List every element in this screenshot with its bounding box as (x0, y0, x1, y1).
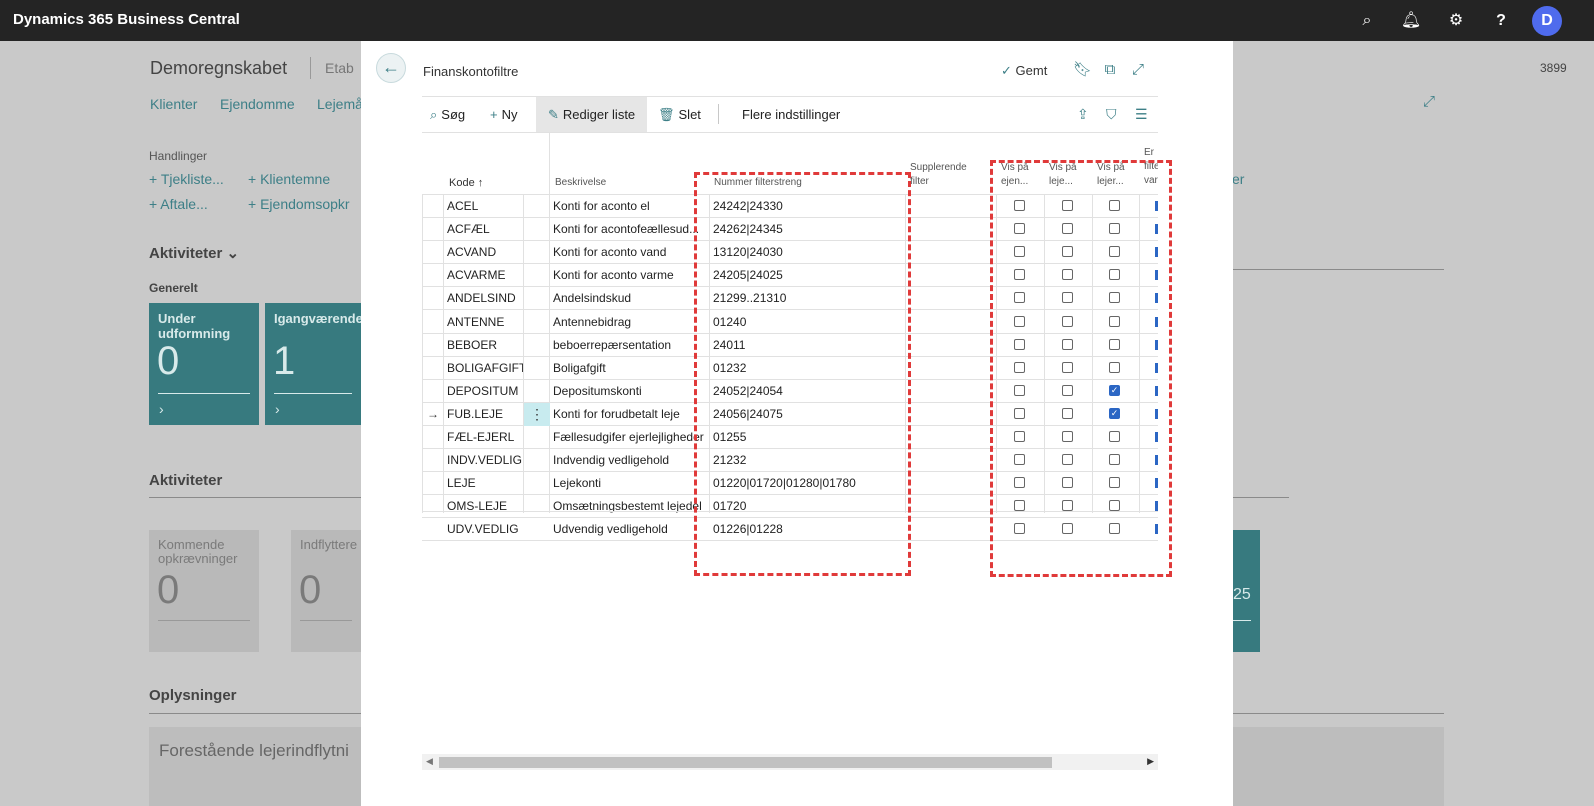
current-row-arrow-icon: → (427, 406, 439, 421)
cell-beskrivelse[interactable]: Konti for aconto el (549, 195, 709, 218)
cell-kode[interactable]: ACEL (443, 195, 523, 218)
cell-beskrivelse[interactable]: Boligafgift (549, 357, 709, 380)
tile-under-udformning[interactable]: Under udformning 0 › (149, 303, 259, 425)
check-icon: ✓ (1001, 63, 1012, 78)
back-arrow-icon[interactable]: ← (376, 53, 406, 83)
edit-list-icon: ✎ (548, 107, 559, 122)
cell-kode[interactable]: FUB.LEJE (443, 403, 523, 426)
highlight-nummer-filterstreng (694, 172, 911, 576)
search-button[interactable]: ⌕ Søg (430, 97, 465, 132)
horizontal-scrollbar[interactable]: ◀ ▶ (422, 754, 1158, 770)
bell-icon[interactable]: 🔔︎ (1399, 9, 1423, 33)
cell-kode[interactable]: FÆL-EJERL (443, 426, 523, 449)
cell-kode[interactable]: ACVARME (443, 264, 523, 287)
cell-kode[interactable]: ANDELSIND (443, 287, 523, 310)
page-number: 3899 (1540, 61, 1567, 75)
action-bar: ⌕ Søg + Ny ✎ Rediger liste 🗑︎ Slet Flere ind… (422, 96, 1158, 133)
tile-title: Kommende opkrævninger (158, 537, 238, 566)
cell-beskrivelse[interactable]: Indvendig vedligehold (549, 449, 709, 472)
tile-title: Under udformning (158, 311, 231, 341)
tile-right[interactable]: 25 (1233, 530, 1260, 652)
more-options-button[interactable]: Flere indstillinger (742, 97, 840, 132)
search-icon[interactable]: ⌕ (1355, 9, 1379, 33)
tile-value: 0 (157, 339, 180, 383)
search-icon: ⌕ (430, 107, 438, 122)
tile-title: Igangværende (274, 311, 363, 326)
tile-igangvaerende[interactable]: Igangværende 1 › (265, 303, 363, 425)
dialog-title: Finanskontofiltre (423, 64, 519, 79)
info-heading: Oplysninger (149, 687, 237, 704)
cell-kode[interactable]: ACVAND (443, 241, 523, 264)
top-bar: Dynamics 365 Business Central ⌕ 🔔︎ ⚙ ? D (0, 0, 1594, 41)
cell-kode[interactable]: BOLIGAFGIFT (443, 357, 523, 380)
general-label: Generelt (149, 281, 198, 295)
chevron-right-icon: › (159, 401, 164, 417)
help-icon[interactable]: ? (1489, 9, 1513, 33)
filter-icon[interactable]: ⛉ (1106, 106, 1117, 123)
company-suffix: Etab (325, 60, 354, 76)
edit-list-button[interactable]: ✎ Rediger liste (536, 97, 648, 132)
saved-status: ✓ Gemt (1001, 63, 1048, 78)
chevron-right-icon: › (275, 401, 280, 417)
cell-beskrivelse[interactable]: Konti for aconto vand (549, 241, 709, 264)
info-card[interactable]: Forestående lejerindflytni (149, 727, 361, 806)
expand-icon[interactable]: ⤢ (1129, 61, 1147, 79)
finance-filter-dialog: ← Finanskontofiltre ✓ Gemt 🔖︎ ⧉ ⤢ ⌕ Søg +… (361, 41, 1233, 806)
cell-kode[interactable]: ANTENNE (443, 311, 523, 334)
delete-button[interactable]: 🗑︎ Slet (658, 97, 701, 132)
open-new-window-icon[interactable]: ⧉ (1101, 61, 1119, 79)
tile-kommende-opkraevninger[interactable]: Kommende opkrævninger 0 (149, 530, 259, 652)
nav-ejendomme[interactable]: Ejendomme (220, 96, 295, 112)
list-view-icon[interactable]: ☰ (1135, 106, 1148, 123)
tile-value: 1 (273, 339, 296, 383)
cell-beskrivelse[interactable]: Konti for aconto varme (549, 264, 709, 287)
cell-beskrivelse[interactable]: Andelsindskud (549, 287, 709, 310)
tile-value: 25 (1233, 586, 1251, 603)
scroll-right-icon[interactable]: ▶ (1147, 756, 1154, 767)
cell-kode[interactable]: BEBOER (443, 334, 523, 357)
tile-value: 0 (299, 568, 322, 612)
action-tjekliste[interactable]: + Tjekliste... (149, 171, 224, 187)
nav-klienter[interactable]: Klienter (150, 96, 197, 112)
app-title: Dynamics 365 Business Central (13, 11, 240, 28)
cell-beskrivelse[interactable]: Udvendig vedligehold (549, 518, 709, 541)
trash-icon: 🗑︎ (658, 107, 675, 122)
activities-heading-2: Aktiviteter (149, 472, 223, 489)
action-aftale[interactable]: + Aftale... (149, 196, 208, 212)
scrollbar-thumb[interactable] (439, 757, 1052, 768)
bookmark-icon[interactable]: 🔖︎ (1073, 61, 1092, 79)
actions-heading: Handlinger (149, 149, 208, 163)
activities-heading-1[interactable]: Aktiviteter ⌄ (149, 244, 239, 262)
highlight-vis-checkbox-columns (990, 160, 1172, 577)
expand-icon[interactable]: ⤢ (1423, 93, 1435, 110)
avatar[interactable]: D (1532, 6, 1562, 36)
tile-value: 0 (157, 568, 180, 612)
cell-beskrivelse[interactable]: Fællesudgifer ejerlejligheder (549, 426, 709, 449)
cell-beskrivelse[interactable]: Depositumskonti (549, 380, 709, 403)
scroll-left-icon[interactable]: ◀ (426, 756, 433, 767)
cell-beskrivelse[interactable]: beboerrepærsentation (549, 334, 709, 357)
cell-beskrivelse[interactable]: Konti for forudbetalt leje (549, 403, 709, 426)
cell-kode[interactable]: ACFÆL (443, 218, 523, 241)
share-icon[interactable]: ⇪ (1077, 106, 1089, 123)
cell-kode[interactable]: DEPOSITUM (443, 380, 523, 403)
info-card-title: Forestående lejerindflytni (159, 741, 349, 760)
tile-title: Indflyttere (300, 537, 358, 552)
cell-beskrivelse[interactable]: Antennebidrag (549, 311, 709, 334)
company-name: Demoregnskabet (150, 58, 288, 78)
cell-kode[interactable]: INDV.VEDLIG (443, 449, 523, 472)
new-button[interactable]: + Ny (490, 97, 517, 132)
action-klientemne[interactable]: + Klientemne (248, 171, 330, 187)
right-link[interactable]: er (1232, 171, 1244, 187)
nav-lejemaal[interactable]: Lejemå (317, 96, 363, 112)
cell-kode[interactable]: UDV.VEDLIG (443, 518, 523, 541)
gear-icon[interactable]: ⚙ (1444, 9, 1468, 33)
plus-icon: + (490, 107, 498, 122)
row-menu-icon[interactable]: ⋮ (524, 402, 550, 426)
tile-indflyttere[interactable]: Indflyttere 0 (291, 530, 361, 652)
cell-beskrivelse[interactable]: Konti for acontofeællesud... (549, 218, 709, 241)
action-ejendomsopkr[interactable]: + Ejendomsopkr (248, 196, 350, 212)
